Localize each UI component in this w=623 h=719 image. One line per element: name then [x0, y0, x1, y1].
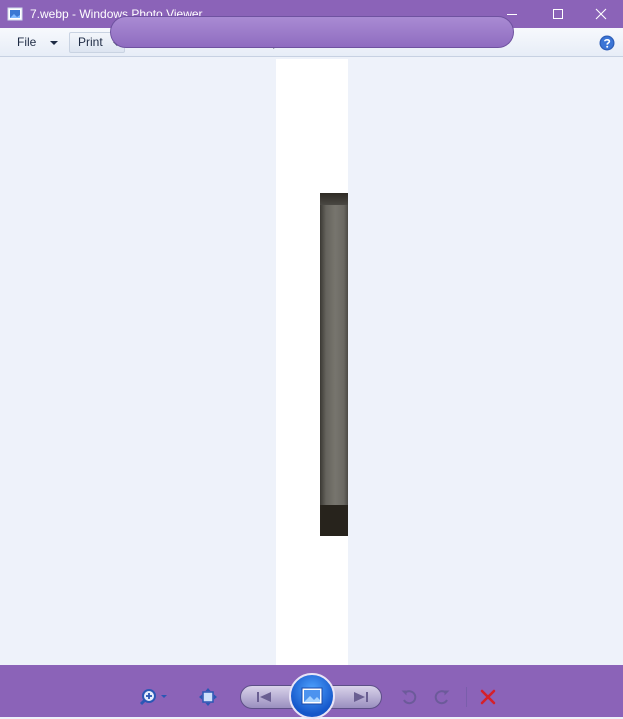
next-icon [354, 692, 368, 702]
help-icon[interactable] [599, 35, 615, 51]
slideshow-icon [301, 687, 323, 705]
delete-button[interactable] [477, 686, 499, 708]
minimize-icon [507, 14, 517, 15]
close-icon [595, 8, 607, 20]
toolbar-pill [110, 16, 514, 48]
rotate-counterclockwise-button[interactable] [398, 686, 420, 708]
slideshow-button[interactable] [289, 673, 335, 719]
close-button[interactable] [578, 0, 623, 28]
actual-size-button[interactable] [197, 686, 219, 708]
maximize-button[interactable] [535, 0, 581, 28]
zoom-button[interactable] [138, 686, 172, 708]
toolbar-divider [466, 687, 467, 707]
file-menu[interactable]: File [9, 32, 61, 53]
rotate-clockwise-button[interactable] [431, 686, 453, 708]
next-button[interactable] [349, 688, 373, 706]
maximize-icon [553, 9, 563, 19]
image-viewing-area [0, 57, 623, 665]
file-menu-label: File [17, 35, 37, 49]
image-canvas [276, 59, 348, 665]
chevron-down-icon [50, 41, 58, 45]
delete-icon [480, 689, 496, 705]
zoom-icon [139, 689, 167, 706]
fit-window-icon [199, 688, 217, 706]
displayed-photo [320, 193, 348, 536]
print-menu-label: Print [78, 35, 103, 49]
previous-button[interactable] [252, 688, 276, 706]
photo-viewer-icon [7, 6, 23, 22]
rotate-left-icon [401, 690, 417, 705]
rotate-right-icon [434, 690, 450, 705]
previous-icon [257, 692, 271, 702]
